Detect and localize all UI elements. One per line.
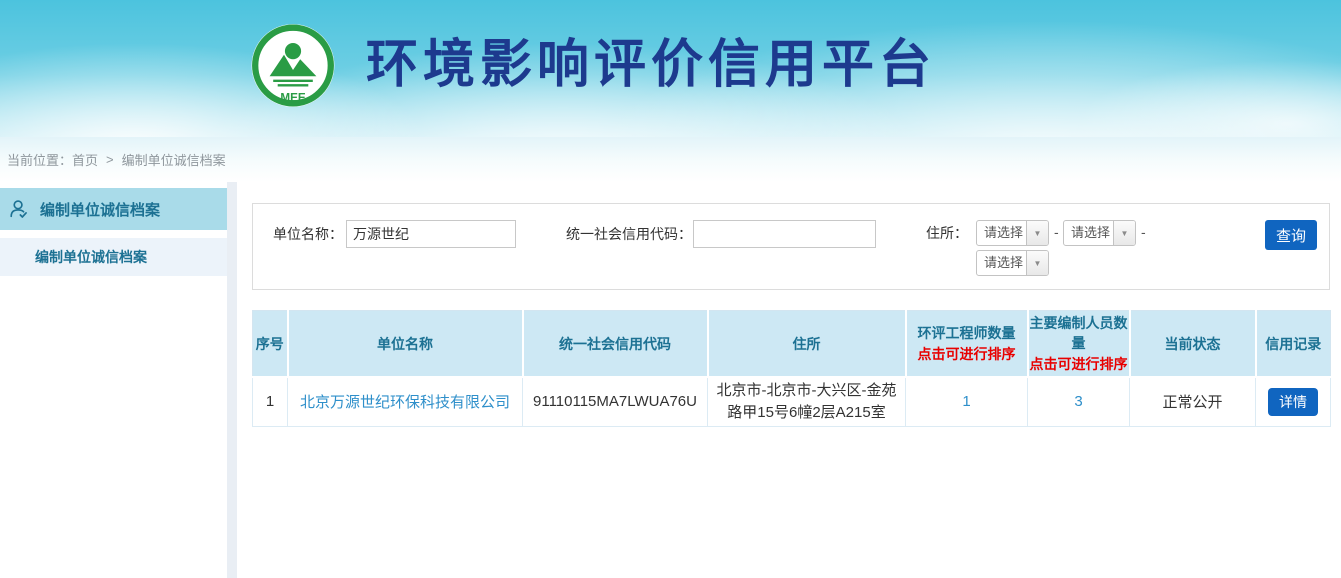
mee-logo-icon: MEE bbox=[248, 18, 338, 113]
header-staff-count-label: 主要编制人员数量 bbox=[1029, 313, 1129, 353]
breadcrumb-label: 当前位置： bbox=[7, 150, 72, 169]
unit-name-label: 单位名称： bbox=[273, 220, 343, 248]
status-cell: 正常公开 bbox=[1130, 377, 1256, 426]
header-company: 单位名称 bbox=[288, 311, 523, 378]
select-value: 请选择 bbox=[977, 251, 1026, 275]
sidebar: 编制单位诚信档案 编制单位诚信档案 bbox=[0, 182, 227, 578]
chevron-down-icon[interactable]: ▼ bbox=[1026, 221, 1048, 245]
user-check-icon bbox=[8, 198, 30, 220]
header-address: 住所 bbox=[708, 311, 906, 378]
brand: MEE 环境影响评价信用平台 bbox=[248, 18, 936, 113]
unit-name-input[interactable] bbox=[346, 220, 516, 248]
select-value: 请选择 bbox=[1064, 221, 1113, 245]
chevron-down-icon[interactable]: ▼ bbox=[1026, 251, 1048, 275]
address-city-select[interactable]: 请选择 ▼ bbox=[1063, 220, 1136, 246]
select-value: 请选择 bbox=[977, 221, 1026, 245]
breadcrumb-home-link[interactable]: 首页 bbox=[72, 150, 98, 169]
breadcrumb: 当前位置： 首页 > 编制单位诚信档案 bbox=[0, 137, 1341, 182]
engineer-count-link[interactable]: 1 bbox=[962, 393, 970, 410]
sidebar-item-label: 编制单位诚信档案 bbox=[40, 199, 160, 220]
site-header: MEE 环境影响评价信用平台 bbox=[0, 0, 1341, 137]
breadcrumb-current: 编制单位诚信档案 bbox=[122, 150, 226, 169]
staff-count-link[interactable]: 3 bbox=[1074, 393, 1082, 410]
chevron-down-icon[interactable]: ▼ bbox=[1113, 221, 1135, 245]
result-table: 序号 单位名称 统一社会信用代码 住所 环评工程师数量 点击可进行排序 主要编制… bbox=[252, 310, 1331, 427]
row-index: 1 bbox=[253, 377, 288, 426]
address-district-select[interactable]: 请选择 ▼ bbox=[976, 250, 1049, 276]
sort-hint: 点击可进行排序 bbox=[907, 344, 1027, 364]
sidebar-item-credit-archive[interactable]: 编制单位诚信档案 bbox=[0, 188, 227, 230]
credit-code-cell: 91110115MA7LWUA76U bbox=[523, 377, 708, 426]
address-cell: 北京市-北京市-大兴区-金苑路甲15号6幢2层A215室 bbox=[708, 377, 906, 426]
detail-button[interactable]: 详情 bbox=[1268, 388, 1318, 416]
breadcrumb-separator: > bbox=[106, 152, 114, 167]
main-panel: 单位名称： 统一社会信用代码： 住所： 请选择 ▼ - 请选择 ▼ - 请选择 … bbox=[237, 182, 1341, 578]
sidebar-subitem-label: 编制单位诚信档案 bbox=[35, 247, 147, 267]
query-button[interactable]: 查询 bbox=[1265, 220, 1317, 250]
credit-code-label: 统一社会信用代码： bbox=[566, 220, 692, 248]
header-index: 序号 bbox=[253, 311, 288, 378]
table-header-row: 序号 单位名称 统一社会信用代码 住所 环评工程师数量 点击可进行排序 主要编制… bbox=[253, 311, 1331, 378]
header-credit-code: 统一社会信用代码 bbox=[523, 311, 708, 378]
sidebar-divider bbox=[227, 182, 237, 578]
content-area: 编制单位诚信档案 编制单位诚信档案 单位名称： 统一社会信用代码： 住所： 请选… bbox=[0, 182, 1341, 578]
company-link[interactable]: 北京万源世纪环保科技有限公司 bbox=[300, 394, 510, 411]
credit-code-input[interactable] bbox=[693, 220, 876, 248]
page-title: 环境影响评价信用平台 bbox=[366, 18, 936, 113]
header-engineer-count-label: 环评工程师数量 bbox=[907, 323, 1027, 343]
svg-text:MEE: MEE bbox=[280, 92, 306, 105]
header-staff-count-sort[interactable]: 主要编制人员数量 点击可进行排序 bbox=[1028, 311, 1130, 378]
sort-hint: 点击可进行排序 bbox=[1029, 354, 1129, 374]
header-credit-record: 信用记录 bbox=[1256, 311, 1331, 378]
search-panel: 单位名称： 统一社会信用代码： 住所： 请选择 ▼ - 请选择 ▼ - 请选择 … bbox=[252, 203, 1330, 290]
address-label: 住所： bbox=[926, 219, 968, 247]
table-row: 1 北京万源世纪环保科技有限公司 91110115MA7LWUA76U 北京市-… bbox=[253, 377, 1331, 426]
header-status: 当前状态 bbox=[1130, 311, 1256, 378]
address-dash: - bbox=[1054, 224, 1059, 240]
sidebar-subitem-credit-archive[interactable]: 编制单位诚信档案 bbox=[0, 238, 227, 276]
address-dash: - bbox=[1141, 224, 1146, 240]
header-engineer-count-sort[interactable]: 环评工程师数量 点击可进行排序 bbox=[906, 311, 1028, 378]
address-province-select[interactable]: 请选择 ▼ bbox=[976, 220, 1049, 246]
